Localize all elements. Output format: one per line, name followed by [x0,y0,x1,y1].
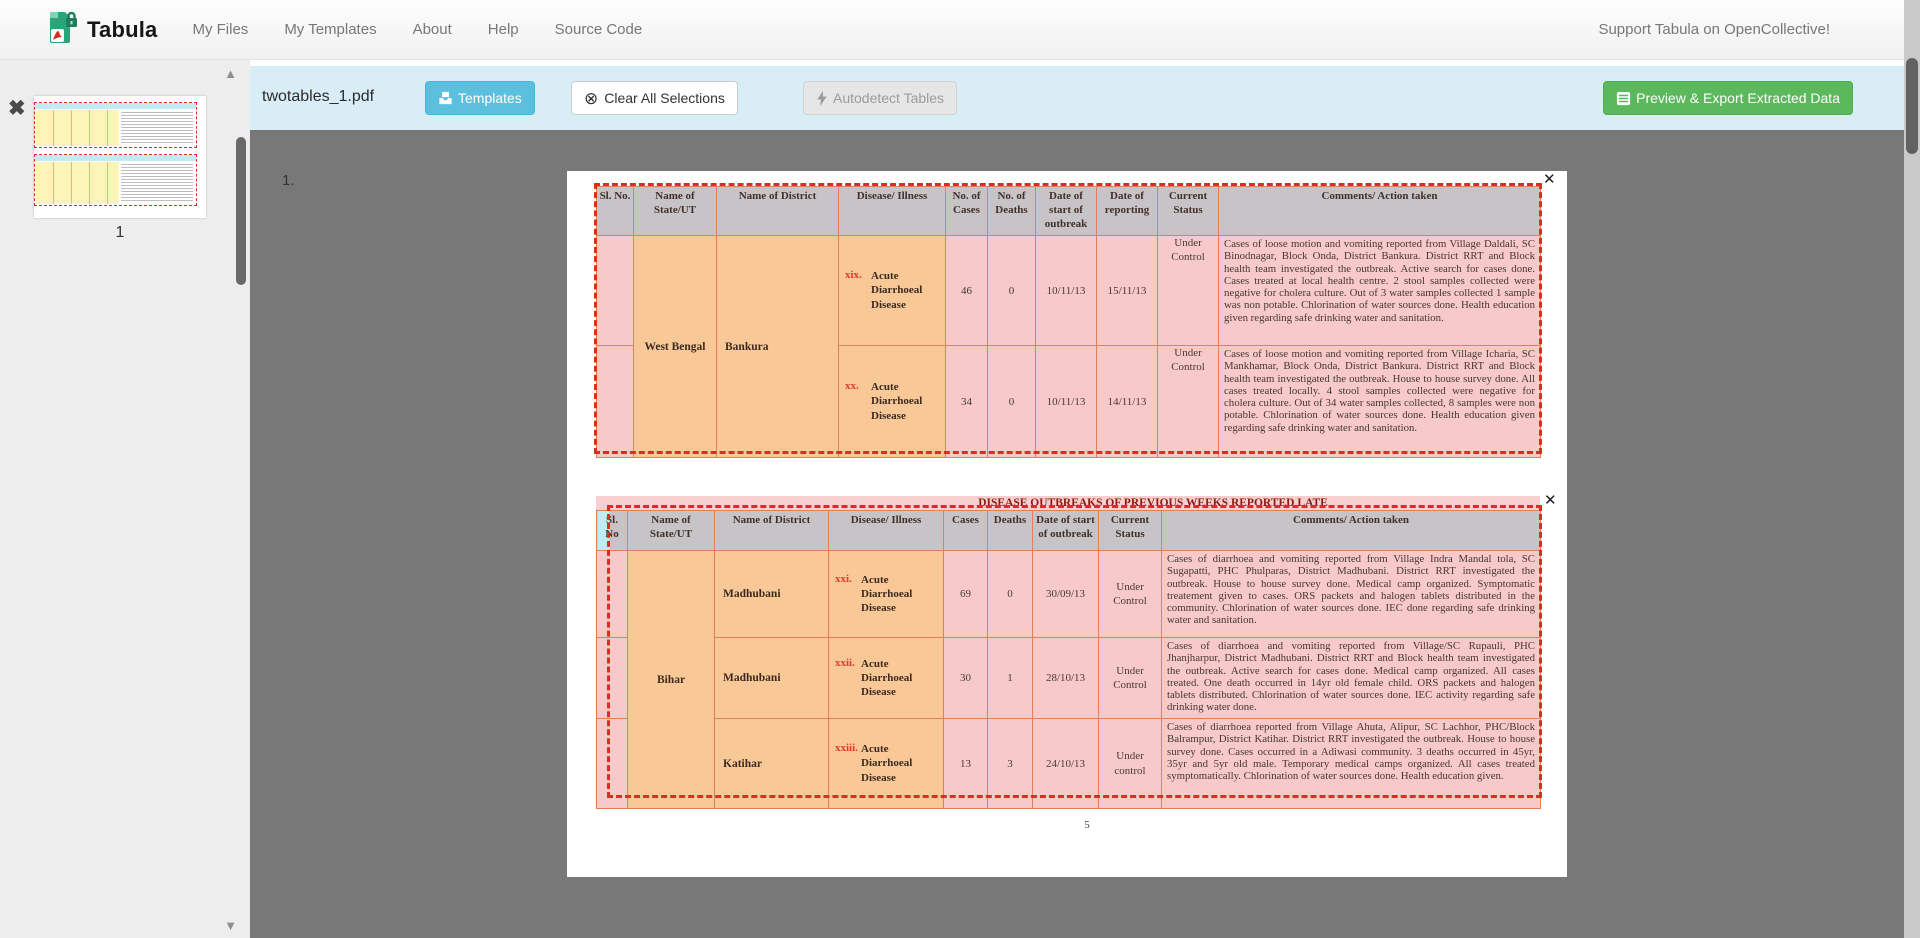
support-link[interactable]: Support Tabula on OpenCollective! [1598,21,1830,38]
remove-page-button[interactable]: ✖ [8,98,26,119]
sidebar-scrollbar-thumb[interactable] [236,137,246,285]
navbar: Tabula My Files My Templates About Help … [0,0,1920,60]
tabula-pdf-logo-icon [44,9,78,50]
pdf-page[interactable]: Sl. No. Name of State/UT Name of Distric… [567,171,1567,877]
sidebar-scroll-up-icon[interactable]: ▲ [224,66,237,81]
page-list-marker: 1. [282,172,295,189]
selection-close-button-2[interactable]: ✕ [1544,493,1557,508]
selection-close-button-1[interactable]: ✕ [1543,172,1556,187]
clear-all-selections-button[interactable]: ⊗ Clear All Selections [571,81,738,115]
page-thumb-label: 1 [34,224,206,242]
thumbnail-sidebar: ▲ ✖ 1 ▼ [0,60,250,938]
workspace: 1. Sl. No. Name of State/UT Name of Dist… [250,130,1904,938]
thumbnail-table-columns [36,110,119,146]
nav-link-my-templates[interactable]: My Templates [284,21,376,38]
sidebar-scroll-down-icon[interactable]: ▼ [224,918,237,933]
thumbnail-table-text [121,112,193,144]
toolbar: twotables_1.pdf Templates ⊗ Clear All Se… [250,66,1904,130]
window-scrollbar-thumb[interactable] [1906,58,1918,154]
nav-links: My Files My Templates About Help Source … [192,21,678,38]
thumbnail-selection-2 [34,154,197,206]
thumbnail-table-header [35,155,196,161]
nav-link-help[interactable]: Help [488,21,519,38]
nav-link-source-code[interactable]: Source Code [555,21,643,38]
nav-link-my-files[interactable]: My Files [192,21,248,38]
thumbnail-selection-1 [34,102,197,148]
selection-box-2[interactable] [607,505,1542,798]
filename-label: twotables_1.pdf [262,88,374,106]
window-scrollbar[interactable] [1904,0,1920,938]
thumbnail-table-columns [36,162,119,204]
page-thumbnail[interactable] [34,96,206,218]
template-tray-icon [438,91,453,105]
lightning-bolt-icon [816,91,828,106]
thumbnail-table-text [121,164,193,202]
autodetect-tables-button[interactable]: Autodetect Tables [803,81,957,115]
selection-box-1[interactable] [594,183,1542,454]
brand[interactable]: Tabula [44,9,157,50]
nav-link-about[interactable]: About [413,21,452,38]
table-list-icon [1616,91,1631,106]
pdf-page-number: 5 [1067,819,1107,831]
brand-title[interactable]: Tabula [87,17,157,43]
templates-button[interactable]: Templates [425,81,535,115]
thumbnail-table-header [35,103,196,109]
preview-export-button[interactable]: Preview & Export Extracted Data [1603,81,1853,115]
clear-circle-x-icon: ⊗ [584,90,598,107]
